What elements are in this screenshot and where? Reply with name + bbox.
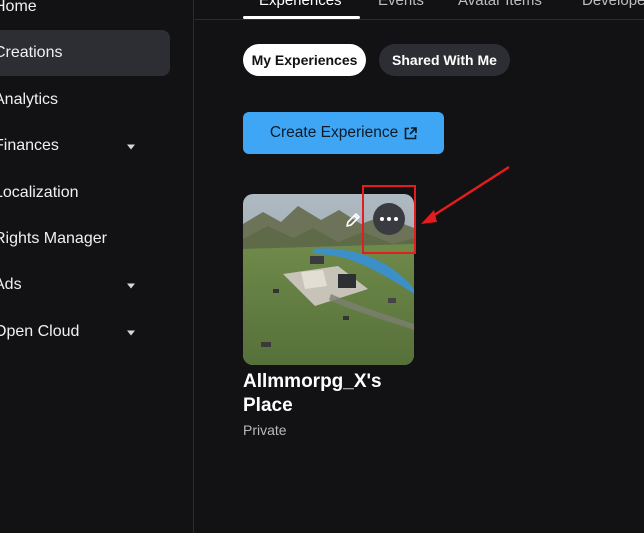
- filter-shared-with-me[interactable]: Shared With Me: [379, 44, 510, 76]
- pencil-icon[interactable]: [342, 209, 364, 231]
- experience-status: Private: [243, 422, 287, 438]
- chevron-down-icon[interactable]: [127, 283, 135, 289]
- sidebar-item-rights-manager[interactable]: Rights Manager: [0, 216, 170, 262]
- tab-experiences[interactable]: Experiences: [259, 0, 342, 9]
- sidebar-item-analytics[interactable]: Analytics: [0, 77, 170, 123]
- main-content: Experiences Events Avatar Items Develope…: [195, 0, 644, 533]
- sidebar-item-label: Open Cloud: [0, 323, 80, 340]
- sidebar-item-label: Rights Manager: [0, 230, 107, 247]
- sidebar-item-finances[interactable]: Finances: [0, 123, 170, 169]
- ellipsis-icon: [387, 217, 391, 221]
- ellipsis-icon: [380, 217, 384, 221]
- experience-card[interactable]: [243, 194, 414, 365]
- tab-developer[interactable]: Developer: [582, 0, 644, 9]
- sidebar-item-home[interactable]: Home: [0, 0, 170, 30]
- more-options-button[interactable]: [373, 203, 405, 235]
- ellipsis-icon: [394, 217, 398, 221]
- sidebar: Home Creations Analytics Finances Locali…: [0, 0, 194, 533]
- create-experience-label: Create Experience: [269, 124, 399, 141]
- tab-avatar-items[interactable]: Avatar Items: [458, 0, 542, 9]
- sidebar-item-label: Finances: [0, 137, 59, 154]
- sidebar-item-label: Ads: [0, 276, 22, 293]
- sidebar-item-label: Creations: [0, 44, 63, 61]
- chevron-down-icon[interactable]: [127, 144, 135, 150]
- sidebar-item-ads[interactable]: Ads: [0, 262, 170, 308]
- sidebar-item-label: Localization: [0, 184, 79, 201]
- sidebar-item-creations[interactable]: Creations: [0, 30, 170, 76]
- sidebar-item-label: Analytics: [0, 91, 59, 108]
- active-tab-indicator: [243, 16, 360, 19]
- sidebar-item-open-cloud[interactable]: Open Cloud: [0, 309, 170, 355]
- create-experience-button[interactable]: Create Experience: [243, 112, 444, 154]
- external-link-icon: [404, 126, 417, 139]
- chevron-down-icon[interactable]: [127, 330, 135, 336]
- experience-title[interactable]: Allmmorpg_X's Place: [243, 370, 423, 418]
- filter-my-experiences[interactable]: My Experiences: [243, 44, 366, 76]
- tab-events[interactable]: Events: [378, 0, 424, 9]
- sidebar-item-localization[interactable]: Localization: [0, 170, 170, 216]
- tab-bar: Experiences Events Avatar Items Develope…: [195, 0, 644, 20]
- sidebar-item-label: Home: [0, 0, 37, 15]
